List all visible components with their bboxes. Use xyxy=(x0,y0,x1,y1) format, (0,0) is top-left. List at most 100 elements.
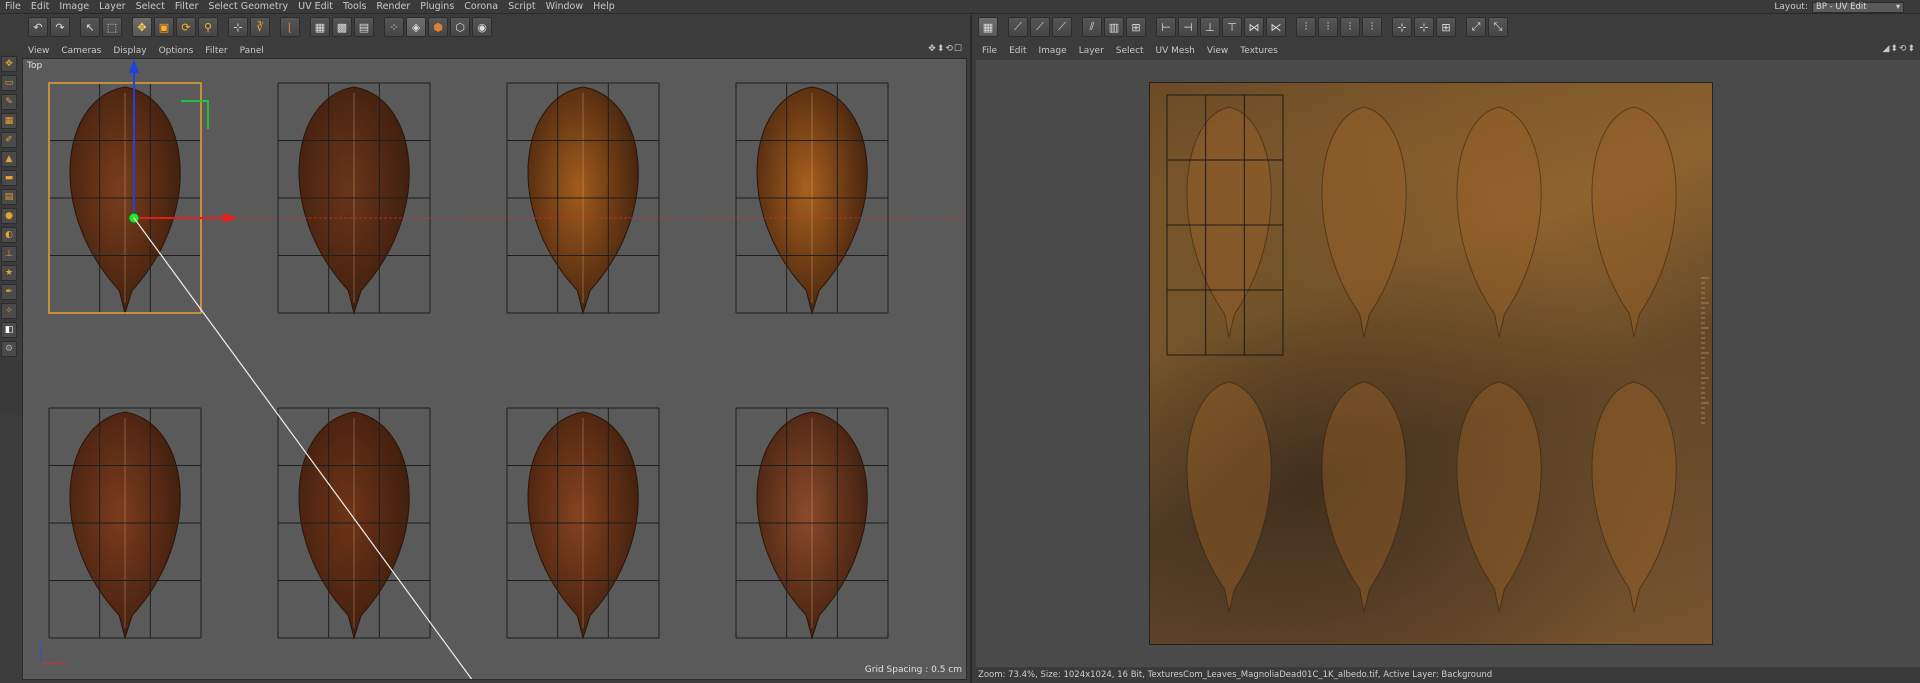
scale-icon[interactable]: ▣ xyxy=(154,17,174,37)
render-view-icon[interactable]: ▦ xyxy=(310,17,330,37)
menu-layer[interactable]: Layer xyxy=(94,0,131,14)
distribute-3-icon[interactable]: ⫶ xyxy=(1340,17,1360,37)
align-left-icon[interactable]: ⊢ xyxy=(1156,17,1176,37)
uv-tool-2-icon[interactable]: ⟋ xyxy=(1030,17,1050,37)
viewport-canvas[interactable]: xz xyxy=(23,59,967,680)
vp-menu-panel[interactable]: Panel xyxy=(234,46,270,56)
eyedropper-icon[interactable]: ✒ xyxy=(1,284,17,300)
vp-menu-display[interactable]: Display xyxy=(107,46,152,56)
menu-uv-edit[interactable]: UV Edit xyxy=(293,0,338,14)
cube-icon[interactable]: ⬢ xyxy=(428,17,448,37)
align-right-icon[interactable]: ⊥ xyxy=(1200,17,1220,37)
coordinate-system-icon[interactable]: ⊹ xyxy=(228,17,248,37)
star-icon[interactable]: ★ xyxy=(1,265,17,281)
leaf-object[interactable] xyxy=(298,411,410,640)
menu-filter[interactable]: Filter xyxy=(170,0,204,14)
uv-snap-2-icon[interactable]: ⊹ xyxy=(1414,17,1434,37)
flip-icon[interactable]: ⋉ xyxy=(1266,17,1286,37)
leaf-object[interactable] xyxy=(69,86,181,315)
undo-icon[interactable]: ↶ xyxy=(28,17,48,37)
eraser-icon[interactable]: ▬ xyxy=(1,170,17,186)
menu-select-geometry[interactable]: Select Geometry xyxy=(203,0,293,14)
smudge-icon[interactable]: ◐ xyxy=(1,227,17,243)
vp-menu-cameras[interactable]: Cameras xyxy=(55,46,107,56)
stamp-icon[interactable]: ▲ xyxy=(1,151,17,167)
gradient-icon[interactable]: ▤ xyxy=(1,189,17,205)
menu-select[interactable]: Select xyxy=(131,0,170,14)
leaf-object[interactable] xyxy=(527,86,639,315)
uv-optimal-icon[interactable]: ⤡ xyxy=(1488,17,1508,37)
menu-image[interactable]: Image xyxy=(54,0,94,14)
distribute-4-icon[interactable]: ⫶ xyxy=(1362,17,1382,37)
vp-menu-filter[interactable]: Filter xyxy=(199,46,233,56)
material-icon[interactable]: ◉ xyxy=(472,17,492,37)
layout-dropdown[interactable]: BP - UV Edit xyxy=(1812,1,1904,13)
knife-icon[interactable]: ✎ xyxy=(1,94,17,110)
settings-icon[interactable]: ⚙ xyxy=(1,341,17,357)
drop-icon[interactable]: ● xyxy=(1,208,17,224)
color-swatch-icon[interactable]: ◧ xyxy=(1,322,17,338)
points-mode-icon[interactable]: ⁘ xyxy=(384,17,404,37)
uv-nav-icons[interactable]: ◢⬍⟲⬍ xyxy=(1882,44,1916,54)
checker-icon[interactable]: ▦ xyxy=(1,113,17,129)
uv-tool-3-icon[interactable]: ⟋ xyxy=(1052,17,1072,37)
uv-grid-icon[interactable]: ⊞ xyxy=(1436,17,1456,37)
leaf-object[interactable] xyxy=(69,411,181,640)
menu-plugins[interactable]: Plugins xyxy=(415,0,459,14)
mirror-icon[interactable]: ⋈ xyxy=(1244,17,1264,37)
menu-window[interactable]: Window xyxy=(541,0,588,14)
menu-file[interactable]: File xyxy=(0,0,26,14)
viewport-top[interactable]: xz Top Grid Spacing : 0.5 cm xyxy=(22,58,967,680)
uv-menu-select[interactable]: Select xyxy=(1110,46,1150,56)
move-tool-icon[interactable]: ✥ xyxy=(1,56,17,72)
uv-menu-textures[interactable]: Textures xyxy=(1234,46,1284,56)
select-arrow-icon[interactable]: ↖ xyxy=(80,17,100,37)
render-settings-icon[interactable]: ▤ xyxy=(354,17,374,37)
distribute-2-icon[interactable]: ⫶ xyxy=(1318,17,1338,37)
uv-menu-image[interactable]: Image xyxy=(1033,46,1073,56)
model-mode-icon[interactable]: ◈ xyxy=(406,17,426,37)
align-top-icon[interactable]: ⊤ xyxy=(1222,17,1242,37)
menu-help[interactable]: Help xyxy=(588,0,620,14)
uv-tool-5-icon[interactable]: ▥ xyxy=(1104,17,1124,37)
vp-menu-options[interactable]: Options xyxy=(153,46,200,56)
axis-icon[interactable]: ⚲ xyxy=(198,17,218,37)
leaf-object[interactable] xyxy=(756,411,868,640)
distribute-1-icon[interactable]: ⫶ xyxy=(1296,17,1316,37)
brush-icon[interactable]: ✐ xyxy=(1,132,17,148)
redo-icon[interactable]: ↷ xyxy=(50,17,70,37)
menu-tools[interactable]: Tools xyxy=(338,0,371,14)
menu-edit[interactable]: Edit xyxy=(26,0,54,14)
selection-mode-icon[interactable]: ⬚ xyxy=(102,17,122,37)
move-icon[interactable]: ✥ xyxy=(132,17,152,37)
menu-render[interactable]: Render xyxy=(371,0,415,14)
align-center-icon[interactable]: ⊣ xyxy=(1178,17,1198,37)
uv-overlay[interactable] xyxy=(976,60,1920,667)
rotate-icon[interactable]: ⟳ xyxy=(176,17,196,37)
leaf-object[interactable] xyxy=(527,411,639,640)
uv-menu-layer[interactable]: Layer xyxy=(1073,46,1110,56)
workplane-icon[interactable]: ⌊ xyxy=(280,17,300,37)
uv-tool-1-icon[interactable]: ⟋ xyxy=(1008,17,1028,37)
uv-tool-4-icon[interactable]: ⫽ xyxy=(1082,17,1102,37)
menu-corona[interactable]: Corona xyxy=(459,0,503,14)
menu-script[interactable]: Script xyxy=(503,0,541,14)
render-3d-icon[interactable]: ∛ xyxy=(250,17,270,37)
vp-menu-view[interactable]: View xyxy=(22,46,55,56)
texture-cube-icon[interactable]: ⬡ xyxy=(450,17,470,37)
uv-menu-edit[interactable]: Edit xyxy=(1003,46,1032,56)
uv-relax-icon[interactable]: ⤢ xyxy=(1466,17,1486,37)
viewport-nav-icons[interactable]: ✥⬍⟲☐ xyxy=(928,44,963,54)
uv-menu-view[interactable]: View xyxy=(1201,46,1234,56)
magic-wand-icon[interactable]: ✧ xyxy=(1,303,17,319)
uv-tool-6-icon[interactable]: ⊞ xyxy=(1126,17,1146,37)
panel-divider[interactable] xyxy=(970,15,972,683)
leaf-object[interactable] xyxy=(756,86,868,315)
uv-snap-1-icon[interactable]: ⊹ xyxy=(1392,17,1412,37)
pin-icon[interactable]: ⊥ xyxy=(1,246,17,262)
uv-menu-file[interactable]: File xyxy=(976,46,1003,56)
leaf-object[interactable] xyxy=(298,86,410,315)
render-picture-viewer-icon[interactable]: ▩ xyxy=(332,17,352,37)
uv-menu-uv-mesh[interactable]: UV Mesh xyxy=(1150,46,1201,56)
rect-select-icon[interactable]: ▭ xyxy=(1,75,17,91)
